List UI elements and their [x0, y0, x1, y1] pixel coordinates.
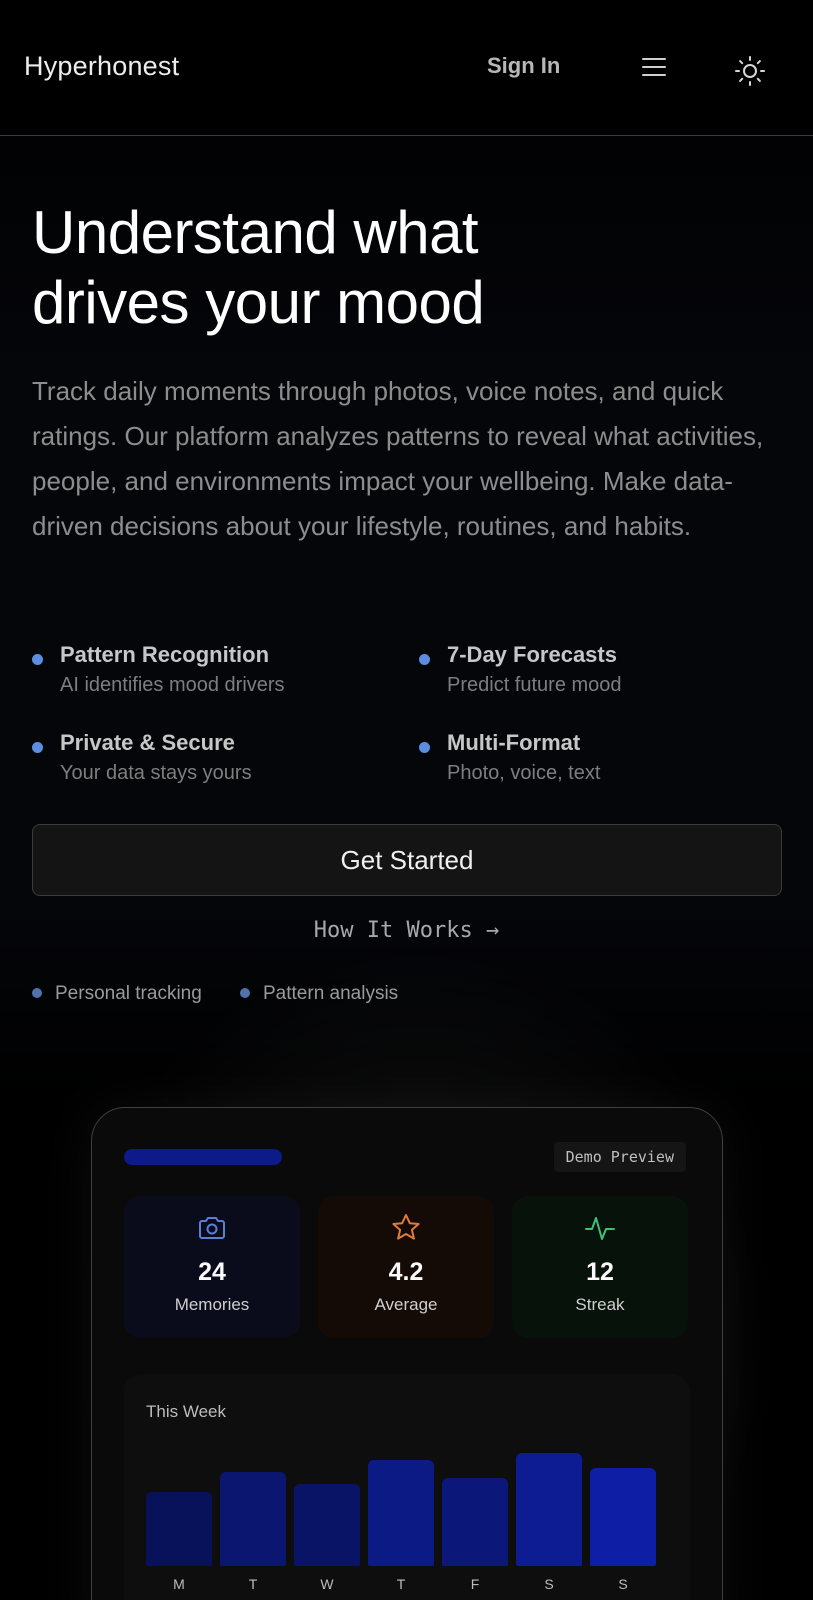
feature-desc: Predict future mood — [447, 674, 622, 696]
tag-pattern-analysis: Pattern analysis — [240, 983, 398, 1005]
stat-value: 4.2 — [388, 1258, 424, 1286]
feature-desc: Photo, voice, text — [447, 762, 601, 784]
top-nav: Hyperhonest Sign In — [0, 0, 813, 136]
week-bar-2 — [294, 1484, 360, 1566]
tag-personal-tracking: Personal tracking — [32, 983, 202, 1005]
tag-dot — [32, 988, 42, 998]
stat-label: Streak — [575, 1295, 625, 1314]
stat-streak: 12 Streak — [512, 1196, 688, 1338]
hero-description: Track daily moments through photos, voic… — [32, 376, 764, 541]
how-it-works-link[interactable]: How It Works → — [0, 918, 813, 943]
demo-title-placeholder-bar — [124, 1149, 282, 1165]
week-bar-6 — [590, 1468, 656, 1566]
star-icon — [390, 1212, 422, 1244]
feature-title: 7-Day Forecasts — [447, 642, 617, 667]
bullet-dot — [32, 742, 43, 753]
week-bar-1 — [220, 1472, 286, 1566]
tag-label: Pattern analysis — [263, 983, 399, 1004]
week-bar-0 — [146, 1492, 212, 1566]
stat-average: 4.2 Average — [318, 1196, 494, 1338]
demo-preview-badge: Demo Preview — [553, 1142, 686, 1172]
demo-preview-card: Demo Preview 24 Memories 4.2 Average 12 … — [91, 1107, 723, 1600]
feature-desc: AI identifies mood drivers — [60, 674, 285, 696]
feature-title: Pattern Recognition — [60, 642, 270, 667]
activity-pulse-icon — [584, 1212, 616, 1244]
week-day-label: S — [544, 1576, 554, 1592]
week-day-label: S — [618, 1576, 628, 1592]
stat-label: Average — [374, 1295, 438, 1314]
camera-icon — [196, 1212, 228, 1244]
week-day-label: T — [248, 1576, 258, 1592]
stat-memories: 24 Memories — [124, 1196, 300, 1338]
sun-icon[interactable] — [733, 54, 767, 88]
stat-value: 12 — [586, 1258, 614, 1286]
hero-title-line1: Understand what — [32, 199, 479, 266]
hero-title-line2: drives your mood — [32, 269, 485, 336]
week-day-label: M — [173, 1576, 185, 1592]
bullet-dot — [419, 654, 430, 665]
tag-label: Personal tracking — [55, 983, 202, 1004]
week-day-label: W — [320, 1576, 334, 1592]
week-day-label: F — [470, 1576, 480, 1592]
stat-label: Memories — [174, 1295, 250, 1314]
feature-title: Multi-Format — [447, 730, 581, 755]
stat-value: 24 — [198, 1258, 226, 1286]
brand-logo[interactable]: Hyperhonest — [24, 51, 179, 82]
week-bar-5 — [516, 1453, 582, 1566]
tag-dot — [240, 988, 250, 998]
feature-title: Private & Secure — [60, 730, 235, 755]
feature-desc: Your data stays yours — [60, 762, 252, 784]
hero-title: Understand what drives your mood — [32, 198, 652, 338]
bullet-dot — [32, 654, 43, 665]
week-day-label: T — [396, 1576, 406, 1592]
hamburger-menu-icon[interactable] — [640, 56, 670, 78]
week-bar-4 — [442, 1478, 508, 1566]
bullet-dot — [419, 742, 430, 753]
get-started-button[interactable]: Get Started — [32, 824, 782, 896]
this-week-panel: This Week M T W T F S S — [124, 1374, 690, 1600]
sign-in-link[interactable]: Sign In — [487, 53, 560, 79]
this-week-title: This Week — [146, 1402, 226, 1421]
week-bar-3 — [368, 1460, 434, 1566]
